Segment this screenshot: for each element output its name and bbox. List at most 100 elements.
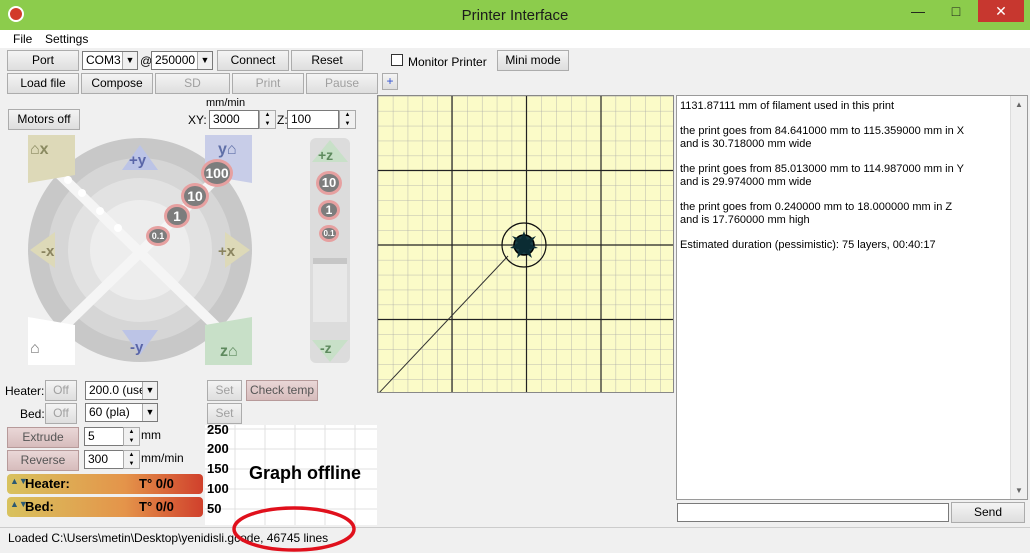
home-x-label: x: [39, 141, 49, 158]
monitor-printer-checkbox[interactable]: [391, 54, 403, 66]
chevron-down-icon: ▼: [142, 404, 157, 421]
red-annotation-ellipse: [232, 506, 356, 552]
command-input[interactable]: [677, 503, 949, 522]
check-temp-button[interactable]: Check temp: [246, 380, 318, 401]
motors-off-button[interactable]: Motors off: [8, 109, 80, 130]
extrude-button[interactable]: Extrude: [7, 427, 79, 448]
up-arrow-icon: ▲: [264, 112, 271, 118]
baud-value: 250000: [155, 53, 196, 67]
chevron-down-icon: ▼: [122, 52, 137, 69]
extrude-amount-input[interactable]: 5: [84, 427, 124, 446]
port-value: COM3: [86, 53, 121, 67]
chevron-down-icon: ▼: [197, 52, 212, 69]
jog-step-100[interactable]: 100: [201, 159, 233, 187]
window-title: Printer Interface: [461, 7, 569, 24]
jog-plus-y-button[interactable]: +y: [129, 152, 146, 169]
home-y-icon[interactable]: y⌂: [218, 141, 237, 159]
z-divider: [313, 258, 347, 322]
close-button[interactable]: ✕: [978, 0, 1024, 22]
extrude-speed-units-label: mm/min: [141, 451, 184, 465]
reset-button[interactable]: Reset: [291, 50, 363, 71]
heater-bar-temp: T° 0/0: [139, 476, 174, 491]
up-arrow-icon: ▲: [344, 112, 351, 118]
home-x-icon[interactable]: ⌂x: [30, 141, 49, 159]
xy-feedrate-stepper[interactable]: ▲ ▼: [259, 110, 276, 129]
gcode-info-log[interactable]: 1131.87111 mm of filament used in this p…: [676, 95, 1028, 500]
heater-bar-label: Heater:: [25, 476, 70, 491]
build-plate-grid: [378, 96, 673, 392]
heater-temp-select[interactable]: 200.0 (user ▼: [85, 381, 158, 400]
pause-button[interactable]: Pause: [306, 73, 378, 94]
port-button[interactable]: Port: [7, 50, 79, 71]
scroll-down-icon[interactable]: ▼: [1011, 482, 1027, 499]
bed-temp-select[interactable]: 60 (pla) ▼: [85, 403, 158, 422]
graph-tick-100: 100: [207, 481, 229, 496]
heater-label: Heater:: [5, 384, 45, 398]
up-arrow-icon: ▲: [128, 429, 135, 435]
port-select[interactable]: COM3 ▼: [82, 51, 138, 70]
build-plate-preview[interactable]: [377, 95, 674, 393]
reverse-button[interactable]: Reverse: [7, 450, 79, 471]
extrude-speed-input[interactable]: 300: [84, 450, 124, 469]
menu-settings[interactable]: Settings: [45, 32, 88, 46]
scroll-up-icon[interactable]: ▲: [1011, 96, 1027, 113]
menu-bar: [0, 30, 1030, 48]
mini-mode-button[interactable]: Mini mode: [497, 50, 569, 71]
extrude-units-label: mm: [141, 428, 161, 442]
add-tab-button[interactable]: +: [382, 73, 398, 90]
send-button[interactable]: Send: [951, 502, 1025, 523]
scrollbar[interactable]: ▲ ▼: [1010, 96, 1027, 499]
home-z-icon[interactable]: z⌂: [220, 343, 238, 361]
baud-select[interactable]: 250000 ▼: [151, 51, 213, 70]
z-feedrate-stepper[interactable]: ▲ ▼: [339, 110, 356, 129]
bed-temp-bar: ▲▼ Bed: T° 0/0: [7, 497, 203, 517]
compose-button[interactable]: Compose: [81, 73, 153, 94]
bed-set-button[interactable]: Set: [207, 403, 242, 424]
load-file-button[interactable]: Load file: [7, 73, 79, 94]
jog-minus-y-button[interactable]: -y: [130, 339, 143, 356]
print-button[interactable]: Print: [232, 73, 304, 94]
heater-temp-value: 200.0 (user: [89, 383, 150, 397]
info-line: the print goes from 0.240000 mm to 18.00…: [680, 201, 953, 226]
info-line: the print goes from 85.013000 mm to 114.…: [680, 163, 964, 188]
jog-step-1[interactable]: 1: [164, 204, 190, 228]
jog-minus-z-button[interactable]: -z: [320, 340, 332, 356]
graph-tick-200: 200: [207, 441, 229, 456]
info-line: 1131.87111 mm of filament used in this p…: [680, 100, 895, 112]
down-arrow-icon: ▼: [344, 121, 351, 127]
extrude-amount-stepper[interactable]: ▲ ▼: [123, 427, 140, 446]
jog-step-0-1[interactable]: 0.1: [146, 226, 170, 246]
xy-feedrate-input[interactable]: 3000: [209, 110, 259, 129]
z-step-1[interactable]: 1: [318, 200, 340, 220]
jog-plus-x-button[interactable]: +x: [218, 243, 235, 260]
bed-temp-value: 60 (pla): [89, 405, 130, 419]
feedrate-units-label: mm/min: [206, 97, 246, 109]
down-arrow-icon: ▼: [128, 461, 135, 467]
home-y-label: y: [218, 141, 227, 158]
bed-off-button[interactable]: Off: [45, 403, 77, 424]
z-feedrate-input[interactable]: 100: [287, 110, 339, 129]
up-arrow-icon: ▲: [128, 452, 135, 458]
bed-bar-temp: T° 0/0: [139, 499, 174, 514]
graph-tick-150: 150: [207, 461, 229, 476]
jog-plus-z-button[interactable]: +z: [318, 147, 333, 163]
extrude-speed-stepper[interactable]: ▲ ▼: [123, 450, 140, 469]
home-all-icon[interactable]: ⌂: [30, 340, 40, 358]
heater-set-button[interactable]: Set: [207, 380, 242, 401]
minimize-button[interactable]: —: [900, 0, 936, 22]
z-step-0-1[interactable]: 0.1: [319, 225, 339, 242]
sd-button[interactable]: SD: [155, 73, 230, 94]
home-z-label: z: [220, 343, 228, 360]
info-line: Estimated duration (pessimistic): 75 lay…: [680, 239, 936, 251]
graph-offline-text: Graph offline: [249, 463, 361, 483]
jog-step-10[interactable]: 10: [181, 183, 209, 209]
heater-off-button[interactable]: Off: [45, 380, 77, 401]
monitor-printer-label: Monitor Printer: [408, 55, 487, 69]
bed-label: Bed:: [20, 407, 45, 421]
maximize-button[interactable]: □: [938, 0, 974, 22]
z-step-10[interactable]: 10: [316, 171, 342, 195]
connect-button[interactable]: Connect: [217, 50, 289, 71]
jog-minus-x-button[interactable]: -x: [41, 243, 54, 260]
menu-file[interactable]: File: [13, 32, 32, 46]
heater-temp-bar: ▲▼ Heater: T° 0/0: [7, 474, 203, 494]
